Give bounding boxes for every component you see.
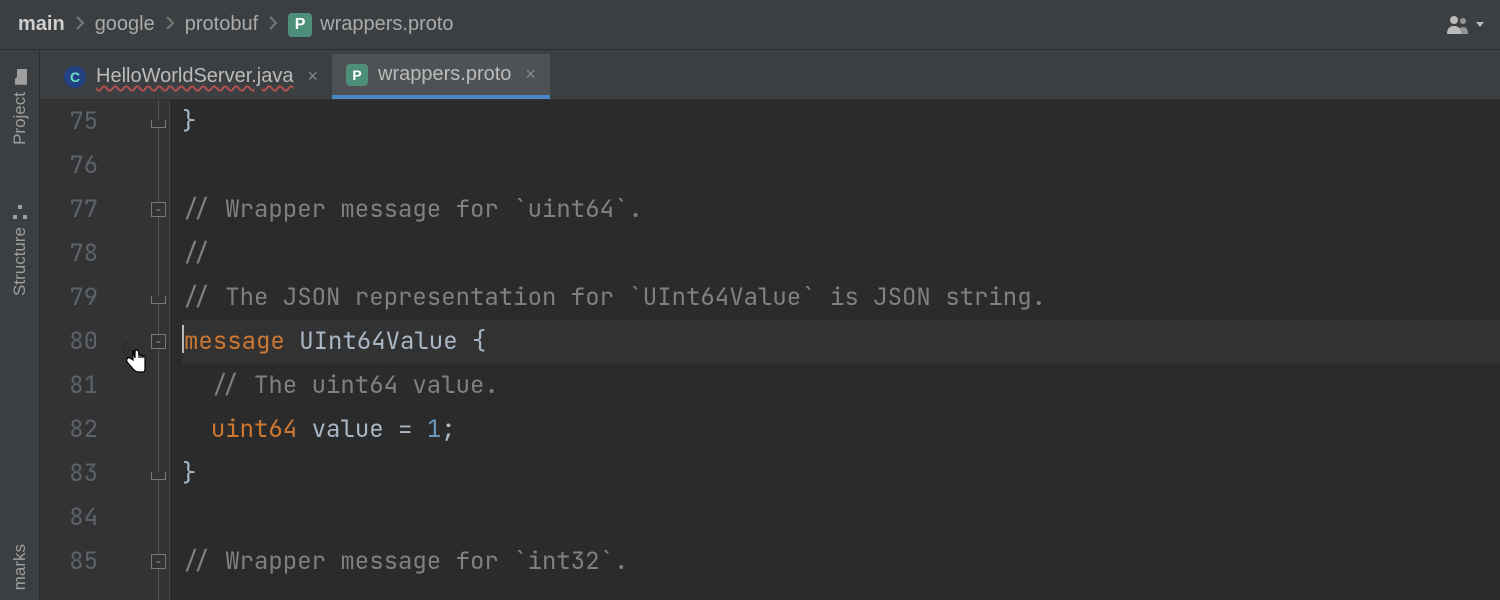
fold-end-icon[interactable]	[151, 472, 166, 480]
code-line[interactable]: uint64 value = 1;	[182, 408, 1500, 452]
breadcrumb: main google protobuf P wrappers.proto	[0, 0, 1500, 50]
tool-label: marks	[10, 544, 30, 590]
java-class-icon: C	[64, 66, 86, 88]
close-icon[interactable]: ×	[308, 66, 319, 87]
code-token: //	[182, 238, 211, 269]
gutter-icon-column	[110, 100, 148, 600]
editor-tab[interactable]: P wrappers.proto ×	[332, 54, 550, 99]
fold-end-icon[interactable]	[151, 120, 166, 128]
code-token: 1	[427, 414, 441, 445]
left-tool-strip: Project Structure marks	[0, 50, 40, 600]
proto-file-icon: P	[288, 13, 312, 37]
code-token: value	[312, 414, 398, 445]
navigate-marker-icon[interactable]	[116, 330, 136, 350]
code-line[interactable]: // The uint64 value.	[182, 364, 1500, 408]
code-token: // Wrapper message for `uint64`.	[182, 194, 643, 225]
fold-gutter: − − −	[148, 100, 170, 600]
line-number: 85	[40, 540, 98, 584]
chevron-down-icon	[1476, 22, 1484, 28]
close-icon[interactable]: ×	[525, 64, 536, 85]
code-line[interactable]: //	[182, 232, 1500, 276]
code-line[interactable]	[182, 496, 1500, 540]
breadcrumb-label: protobuf	[185, 13, 258, 36]
line-number: 75	[40, 100, 98, 144]
project-tool-button[interactable]: Project	[10, 70, 30, 145]
tab-label: HelloWorldServer.java	[96, 65, 294, 88]
line-number: 84	[40, 496, 98, 540]
code-line[interactable]: // Wrapper message for `int32`.	[182, 540, 1500, 584]
code-editor[interactable]: 7576777879808182838485 − − − } // Wrapper m…	[40, 100, 1500, 600]
breadcrumb-item[interactable]: protobuf	[185, 13, 258, 36]
chevron-right-icon	[268, 13, 278, 36]
structure-icon	[13, 202, 27, 222]
structure-tool-button[interactable]: Structure	[10, 205, 30, 296]
code-token: {	[472, 326, 486, 357]
fold-collapse-icon[interactable]: −	[151, 554, 166, 569]
breadcrumb-label: main	[18, 13, 65, 36]
editor-tabbar: C HelloWorldServer.java × P wrappers.pro…	[40, 50, 1500, 100]
code-token: =	[398, 414, 427, 445]
line-number-gutter: 7576777879808182838485	[40, 100, 110, 600]
code-line[interactable]: message UInt64Value {	[182, 320, 1500, 364]
line-number: 79	[40, 276, 98, 320]
fold-collapse-icon[interactable]: −	[151, 202, 166, 217]
editor-tab[interactable]: C HelloWorldServer.java ×	[50, 54, 332, 99]
code-line[interactable]: // Wrapper message for `uint64`.	[182, 188, 1500, 232]
tool-label: Project	[10, 92, 30, 145]
code-token: UInt64Value	[299, 326, 472, 357]
account-icon[interactable]	[1446, 14, 1484, 36]
code-line[interactable]: }	[182, 100, 1500, 144]
line-number: 82	[40, 408, 98, 452]
code-line[interactable]: // The JSON representation for `UInt64Va…	[182, 276, 1500, 320]
fold-end-icon[interactable]	[151, 296, 166, 304]
line-number: 81	[40, 364, 98, 408]
line-number: 77	[40, 188, 98, 232]
bookmarks-tool-button[interactable]: marks	[10, 544, 30, 590]
chevron-right-icon	[75, 13, 85, 36]
breadcrumb-item[interactable]: P wrappers.proto	[288, 13, 453, 37]
breadcrumb-label: wrappers.proto	[320, 13, 453, 36]
code-token: // Wrapper message for `int32`.	[182, 546, 628, 577]
breadcrumb-item[interactable]: google	[95, 13, 155, 36]
line-number: 80	[40, 320, 98, 364]
line-number: 76	[40, 144, 98, 188]
code-line[interactable]: }	[182, 452, 1500, 496]
folder-icon	[13, 67, 27, 87]
code-token: uint64	[211, 414, 312, 445]
code-token: }	[182, 106, 196, 137]
tab-label: wrappers.proto	[378, 63, 511, 86]
chevron-right-icon	[165, 13, 175, 36]
code-token	[182, 414, 211, 445]
line-number: 78	[40, 232, 98, 276]
code-token: message	[184, 326, 299, 357]
proto-file-icon: P	[346, 64, 368, 86]
code-token: // The uint64 value.	[182, 370, 499, 401]
tool-label: Structure	[10, 227, 30, 296]
code-token: // The JSON representation for `UInt64Va…	[182, 282, 1046, 313]
fold-collapse-icon[interactable]: −	[151, 334, 166, 349]
code-token: ;	[441, 414, 455, 445]
code-line[interactable]	[182, 144, 1500, 188]
breadcrumb-label: google	[95, 13, 155, 36]
code-token: }	[182, 458, 196, 489]
line-number: 83	[40, 452, 98, 496]
breadcrumb-item[interactable]: main	[18, 13, 65, 36]
code-text[interactable]: } // Wrapper message for `uint64`. // // Th…	[170, 100, 1500, 600]
